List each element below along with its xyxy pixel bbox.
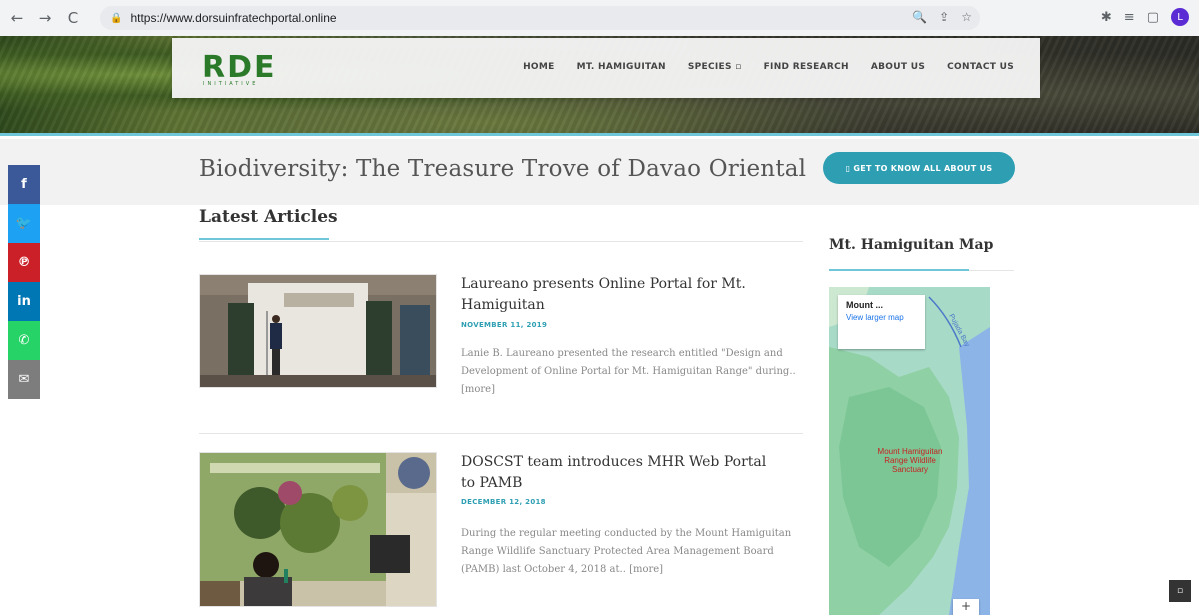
article-date: DECEMBER 12, 2018 [461,498,546,506]
article-title-link[interactable]: DOSCST team introduces MHR Web Portal to… [461,452,781,494]
extensions-icon[interactable]: ✱ [1101,10,1112,25]
site-navbar: RDE INITIATIVE HOME MT. HAMIGUITAN SPECI… [172,38,1040,98]
about-us-cta-button[interactable]: ▯ GET TO KNOW ALL ABOUT US [823,152,1015,184]
article-date: NOVEMBER 11, 2019 [461,321,548,329]
heading-underline [829,269,969,271]
social-share-bar: f 🐦 ℗ in ✆ ✉ [8,165,40,399]
divider [969,270,1014,271]
bookmark-star-icon[interactable]: ☆ [961,10,972,24]
map-zoom-in-button[interactable]: + [953,599,979,615]
reload-button[interactable]: C [62,7,84,29]
side-panel-icon[interactable]: ▢ [1147,10,1159,25]
twitter-share-button[interactable]: 🐦 [8,204,40,243]
site-logo[interactable]: RDE INITIATIVE [202,50,277,87]
embedded-map[interactable]: Mount ... View larger map Pujada Bay Mou… [829,287,990,615]
title-band: Biodiversity: The Treasure Trove of Dava… [0,139,1199,205]
back-button[interactable]: ← [6,7,28,29]
view-larger-map-link[interactable]: View larger map [846,313,906,323]
logo-subtitle: INITIATIVE [203,81,259,87]
url-text: https://www.dorsuinfratechportal.online [130,11,337,25]
lock-icon: 🔒 [110,12,123,24]
profile-avatar[interactable]: L [1171,8,1189,26]
zoom-icon[interactable]: 🔍 [912,10,927,24]
facebook-share-button[interactable]: f [8,165,40,204]
forward-button[interactable]: → [34,7,56,29]
menu-contact-us[interactable]: CONTACT US [947,62,1014,72]
menu-home[interactable]: HOME [523,62,555,72]
article-excerpt: During the regular meeting conducted by … [461,528,792,575]
address-bar[interactable]: 🔒 https://www.dorsuinfratechportal.onlin… [100,6,980,30]
reading-list-icon[interactable]: ≡ [1124,10,1135,25]
article-title-link[interactable]: Laureano presents Online Portal for Mt. … [461,274,781,316]
article-excerpt: Lanie B. Laureano presented the research… [461,348,796,395]
whatsapp-share-button[interactable]: ✆ [8,321,40,360]
email-share-button[interactable]: ✉ [8,360,40,399]
menu-find-research[interactable]: FIND RESEARCH [764,62,849,72]
linkedin-share-button[interactable]: in [8,282,40,321]
map-place-label: Mount Hamiguitan Range Wildlife Sanctuar… [877,447,943,474]
page-title: Biodiversity: The Treasure Trove of Dava… [199,156,807,182]
article-thumbnail[interactable] [199,274,437,388]
menu-species[interactable]: SPECIES ▫ [688,62,742,72]
map-place-name: Mount ... [846,300,883,310]
scroll-top-button[interactable]: ▫ [1169,580,1191,602]
article-thumbnail[interactable] [199,452,437,607]
menu-about-us[interactable]: ABOUT US [871,62,925,72]
menu-mt-hamiguitan[interactable]: MT. HAMIGUITAN [577,62,666,72]
heading-underline [199,238,329,240]
browser-toolbar: ← → C 🔒 https://www.dorsuinfratechportal… [0,0,1199,36]
latest-articles-heading: Latest Articles [199,207,338,227]
main-menu: HOME MT. HAMIGUITAN SPECIES ▫ FIND RESEA… [523,62,1014,72]
map-info-card: Mount ... View larger map [838,295,925,349]
map-widget-title: Mt. Hamiguitan Map [829,237,994,253]
share-icon[interactable]: ⇪ [939,10,949,24]
divider [199,433,803,434]
divider [199,241,803,242]
logo-text: RDE [202,50,277,85]
pinterest-share-button[interactable]: ℗ [8,243,40,282]
